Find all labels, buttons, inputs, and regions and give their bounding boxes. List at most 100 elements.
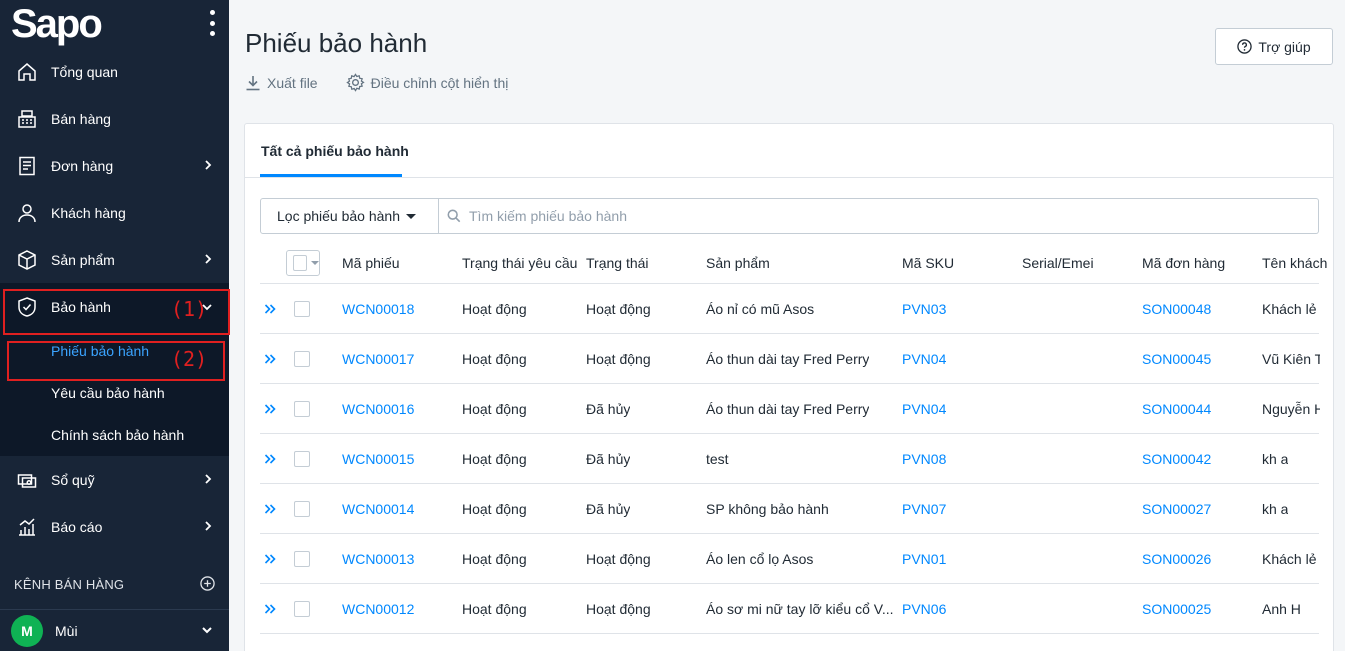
cell-ticket-code[interactable]: WCN00014 [342, 484, 414, 533]
table-row[interactable]: WCN00018 Hoạt động Hoạt động Áo nỉ có mũ As… [260, 284, 1319, 334]
filter-dropdown[interactable]: Lọc phiếu bảo hành [260, 198, 439, 234]
chevron-right-icon [203, 158, 213, 174]
page-actions: Xuất file Điều chỉnh cột hiển thị [245, 73, 536, 92]
sidebar-item-khach-hang[interactable]: Khách hàng [0, 189, 229, 236]
cell-ticket-code[interactable]: WCN00013 [342, 534, 414, 583]
sidebar-subitem-label: Chính sách bảo hành [51, 427, 185, 443]
expand-row-icon[interactable] [264, 534, 276, 583]
cell-request-status: Hoạt động [462, 400, 527, 417]
row-checkbox[interactable] [294, 350, 310, 367]
sidebar-subitem-chinh-sach-bao-hanh[interactable]: Chính sách bảo hành [0, 414, 229, 456]
sidebar-item-so-quy[interactable]: Sổ quỹ [0, 456, 229, 503]
cell-status: Đã hủy [586, 450, 631, 467]
box-icon [16, 249, 38, 271]
cell-customer-name: Anh H [1262, 600, 1301, 617]
row-checkbox[interactable] [294, 500, 310, 517]
report-icon [16, 516, 38, 538]
cell-request-status: Hoạt động [462, 300, 527, 317]
cell-order-code[interactable]: SON00025 [1142, 584, 1211, 633]
cell-ticket-code[interactable]: WCN00016 [342, 384, 414, 433]
row-checkbox[interactable] [294, 450, 310, 467]
table-row[interactable]: WCN00014 Hoạt động Đã hủy SP không bảo hành… [260, 484, 1319, 534]
cell-status: Đã hủy [586, 400, 631, 417]
cashbook-icon [16, 469, 38, 491]
cell-product: SP không bảo hành [706, 500, 829, 517]
table-row[interactable]: WCN00013 Hoạt động Hoạt động Áo len cổ lọ A… [260, 534, 1319, 584]
row-checkbox[interactable] [294, 300, 310, 317]
cell-customer-name: kh a [1262, 450, 1289, 467]
sales-channel-label: KÊNH BÁN HÀNG [14, 576, 125, 592]
cell-sku[interactable]: PVN07 [902, 484, 946, 533]
cell-ticket-code[interactable]: WCN00018 [342, 284, 414, 333]
cell-order-code[interactable]: SON00044 [1142, 384, 1211, 433]
expand-row-icon[interactable] [264, 484, 276, 533]
sidebar-item-san-pham[interactable]: Sản phẩm [0, 236, 229, 283]
cell-order-code[interactable]: SON00045 [1142, 334, 1211, 383]
user-menu[interactable]: M Mùi [0, 609, 229, 651]
sidebar-item-ban-hang[interactable]: Bán hàng [0, 95, 229, 142]
sidebar-item-label: Đơn hàng [51, 157, 114, 174]
cell-ticket-code[interactable]: WCN00015 [342, 434, 414, 483]
cell-request-status: Hoạt động [462, 600, 527, 617]
select-all-control[interactable] [286, 242, 320, 283]
row-checkbox[interactable] [294, 600, 310, 617]
select-all-checkbox[interactable] [293, 254, 307, 271]
cell-order-code[interactable]: SON00027 [1142, 484, 1211, 533]
table-row[interactable]: WCN00016 Hoạt động Đã hủy Áo thun dài tay F… [260, 384, 1320, 434]
table-body: WCN00018 Hoạt động Hoạt động Áo nỉ có mũ As… [260, 284, 1320, 634]
help-button[interactable]: Trợ giúp [1215, 28, 1333, 65]
row-checkbox[interactable] [294, 400, 310, 417]
sidebar-item-label: Sổ quỹ [51, 471, 95, 488]
cell-customer-name: Khách lẻ [1262, 550, 1317, 567]
annotation-label-2: (2) [171, 347, 208, 371]
expand-row-icon[interactable] [264, 284, 276, 333]
expand-row-icon[interactable] [264, 584, 276, 633]
cell-order-code[interactable]: SON00026 [1142, 534, 1211, 583]
expand-row-icon[interactable] [264, 334, 276, 383]
chevron-right-icon [203, 519, 213, 535]
annotation-label-1: (1) [171, 297, 208, 321]
cell-customer-name: kh a [1262, 500, 1289, 517]
cell-status: Hoạt động [586, 600, 651, 617]
warranty-list-card: Tất cả phiếu bảo hành Lọc phiếu bảo hành… [244, 123, 1334, 651]
sidebar-item-tong-quan[interactable]: Tổng quan [0, 48, 229, 95]
expand-row-icon[interactable] [264, 384, 276, 433]
cell-status: Hoạt động [586, 350, 651, 367]
cell-sku[interactable]: PVN04 [902, 384, 946, 433]
more-menu-icon[interactable] [209, 10, 215, 36]
chevron-down-icon [201, 623, 213, 639]
order-icon [16, 155, 38, 177]
cell-order-code[interactable]: SON00042 [1142, 434, 1211, 483]
cell-sku[interactable]: PVN01 [902, 534, 946, 583]
cell-ticket-code[interactable]: WCN00012 [342, 584, 414, 633]
add-channel-icon[interactable] [200, 576, 215, 594]
cell-product: Áo nỉ có mũ Asos [706, 300, 815, 317]
tab-all-warranty-cards[interactable]: Tất cả phiếu bảo hành [261, 124, 409, 178]
expand-row-icon[interactable] [264, 434, 276, 483]
table-row[interactable]: WCN00015 Hoạt động Đã hủy test PVN08 SON00042… [260, 434, 1319, 484]
sapo-logo[interactable]: Sapo [11, 4, 103, 44]
cell-sku[interactable]: PVN04 [902, 334, 946, 383]
row-checkbox[interactable] [294, 550, 310, 567]
cell-request-status: Hoạt động [462, 350, 527, 367]
cell-sku[interactable]: PVN08 [902, 434, 946, 483]
user-name: Mùi [55, 622, 78, 639]
cell-customer-name: Khách lẻ [1262, 300, 1317, 317]
cell-ticket-code[interactable]: WCN00017 [342, 334, 414, 383]
cell-customer-name: Vũ Kiên Tr [1262, 350, 1320, 367]
cell-sku[interactable]: PVN06 [902, 584, 946, 633]
cell-sku[interactable]: PVN03 [902, 284, 946, 333]
cell-order-code[interactable]: SON00048 [1142, 284, 1211, 333]
adjust-columns-button[interactable]: Điều chỉnh cột hiển thị [345, 73, 508, 92]
filter-row: Lọc phiếu bảo hành [260, 198, 1319, 234]
table-row[interactable]: WCN00012 Hoạt động Hoạt động Áo sơ mi nữ ta… [260, 584, 1319, 634]
column-header-request-status: Trạng thái yêu cầu [462, 254, 578, 271]
caret-down-icon[interactable] [311, 260, 319, 265]
column-header-order-code: Mã đơn hàng [1142, 254, 1226, 271]
sidebar-item-don-hang[interactable]: Đơn hàng [0, 142, 229, 189]
sales-channel-header: KÊNH BÁN HÀNG [0, 564, 229, 604]
table-row[interactable]: WCN00017 Hoạt động Hoạt động Áo thun dài ta… [260, 334, 1320, 384]
sidebar-item-bao-cao[interactable]: Báo cáo [0, 503, 229, 550]
search-input[interactable] [469, 208, 1318, 224]
export-file-button[interactable]: Xuất file [245, 75, 318, 91]
